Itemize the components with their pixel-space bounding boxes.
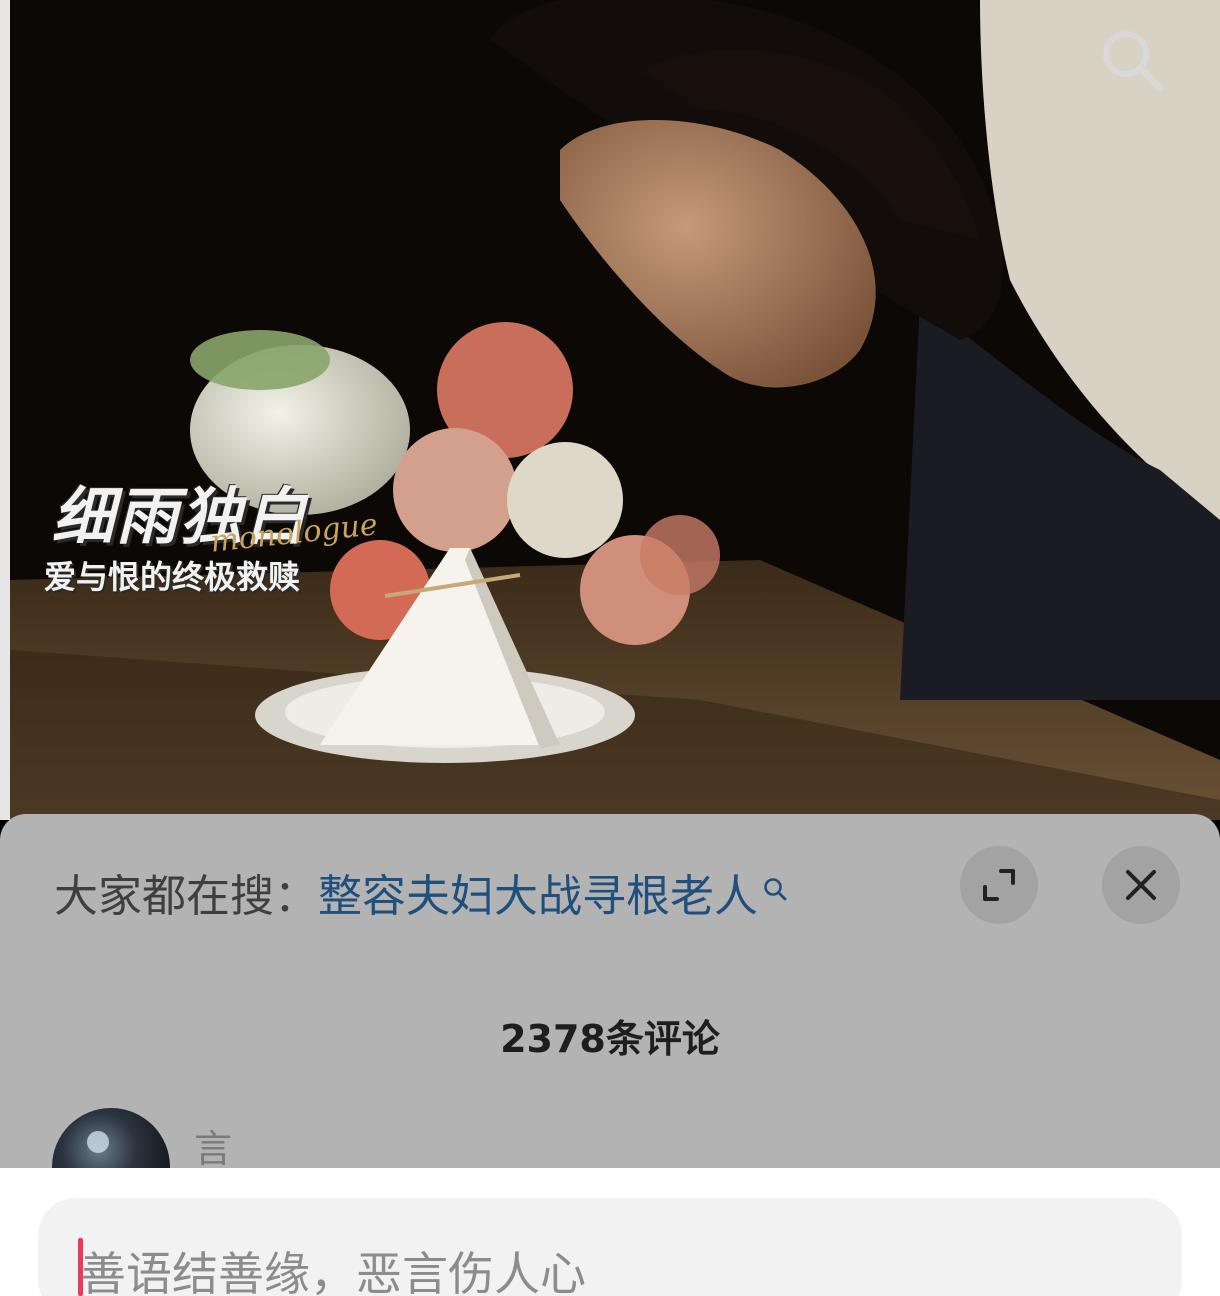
hot-search-term-link[interactable]: 整容夫妇大战寻根老人 — [318, 871, 758, 922]
close-icon — [1126, 870, 1156, 900]
video-overlay-subtitle: 爱与恨的终极救赎 — [44, 558, 301, 596]
search-icon — [1103, 31, 1164, 92]
comment-input[interactable]: 善语结善缘，恶言伤人心 — [38, 1198, 1182, 1296]
expand-icon — [983, 869, 1015, 901]
comment-input-bar: 善语结善缘，恶言伤人心 — [0, 1168, 1220, 1296]
comment-count: 2378条评论 — [500, 1017, 720, 1061]
comment-author[interactable]: 言 — [194, 1118, 232, 1173]
video-player[interactable]: 细雨独白 monologue 爱与恨的终极救赎 — [0, 0, 1220, 820]
search-button[interactable] — [1096, 24, 1172, 100]
expand-button[interactable] — [960, 846, 1038, 924]
comment-input-placeholder: 善语结善缘，恶言伤人心 — [80, 1247, 586, 1296]
hot-search-label: 大家都在搜： — [54, 871, 318, 922]
hot-search-row: 大家都在搜：整容夫妇大战寻根老人 — [54, 860, 788, 924]
small-search-icon — [762, 862, 788, 913]
close-button[interactable] — [1102, 846, 1180, 924]
video-frame — [0, 0, 1220, 820]
